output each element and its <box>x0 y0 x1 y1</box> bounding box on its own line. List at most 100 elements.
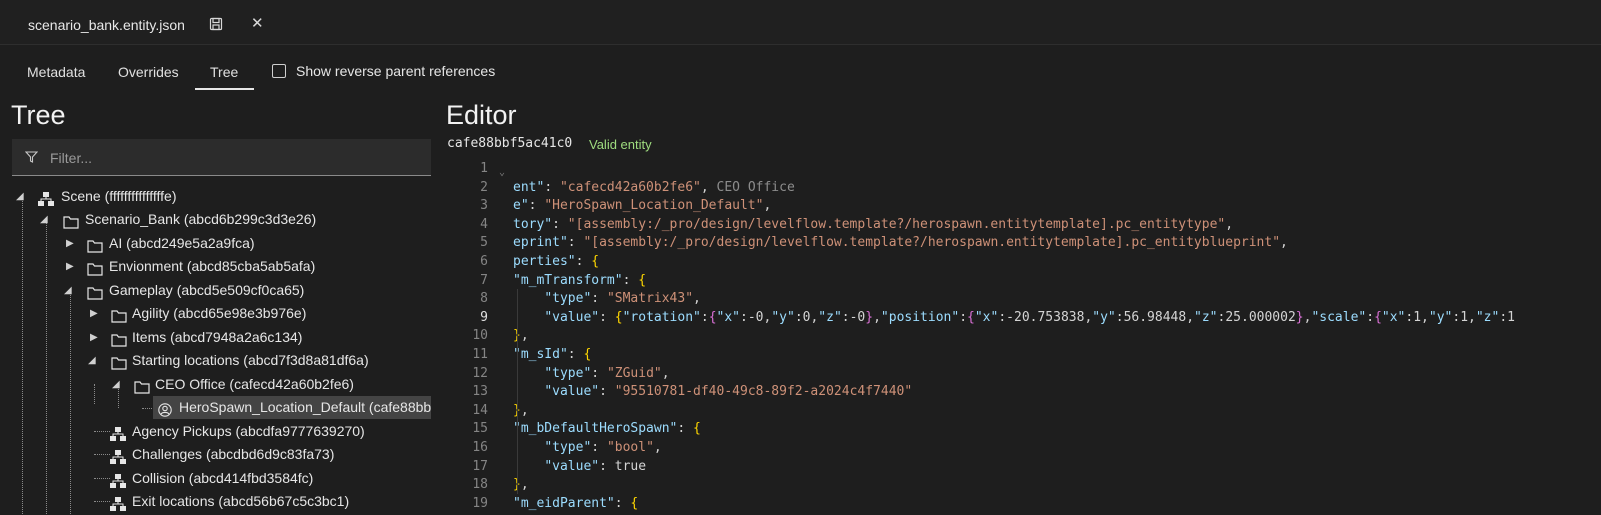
tree-node-label: AI (abcd249e5a2a9fca) <box>109 235 255 251</box>
line-number: 14 <box>472 402 488 418</box>
code-text: "type": "bool", <box>544 440 662 455</box>
line-number: 13 <box>472 384 488 400</box>
folder-icon <box>134 378 150 401</box>
collapse-icon[interactable]: ▶ <box>66 255 74 278</box>
code-line[interactable]: 7 "m_mTransform": { <box>447 272 1601 291</box>
collapse-icon[interactable]: ▶ <box>90 302 98 325</box>
tree-node-label: Starting locations (abcd7f3d8a81df6a) <box>132 352 369 368</box>
expand-icon[interactable]: ◢ <box>64 279 72 302</box>
code-line[interactable]: 5 eprint": "[assembly:/_pro/design/levelf… <box>447 234 1601 253</box>
code-line[interactable]: 2 ent": "cafecd42a60b2fe6", CEO Office <box>447 179 1601 198</box>
tree-node-label: Challenges (abcdbd6d9c83fa73) <box>132 446 335 462</box>
collapse-icon[interactable]: ▶ <box>66 232 74 255</box>
file-tab[interactable]: scenario_bank.entity.json ✕ <box>12 6 278 45</box>
code-line[interactable]: 11 "m_sId": { <box>447 346 1601 365</box>
code-line[interactable]: 10}, <box>447 327 1601 346</box>
collapse-icon[interactable]: ▶ <box>90 326 98 349</box>
code-text: "value": "95510781-df40-49c8-89f2-a2024c… <box>544 384 913 400</box>
code-text: ent": "cafecd42a60b2fe6", CEO Office <box>513 179 795 195</box>
tree-node-label: Exit locations (abcd56b67c5c3bc1) <box>132 493 350 509</box>
line-number: 6 <box>480 254 488 269</box>
entity-tree: ◢ Scene (fffffffffffffffe) ◢ Scenario_Ba… <box>12 184 431 515</box>
line-number: 8 <box>480 291 488 307</box>
indent-guide <box>517 289 518 494</box>
tab-overrides[interactable]: Overrides <box>118 64 179 80</box>
entity-id: cafe88bbf5ac41c0 <box>447 136 573 151</box>
line-number: 18 <box>472 477 488 493</box>
code-line[interactable]: 18}, <box>447 476 1601 495</box>
entity-icon <box>110 425 126 448</box>
tree-title: Tree <box>11 100 66 130</box>
code-text: "value": true <box>544 458 647 474</box>
folder-icon <box>111 307 127 330</box>
tree-node-label: Scenario_Bank (abcd6b299c3d3e26) <box>85 211 317 227</box>
code-line[interactable]: 6 perties": { <box>447 253 1601 272</box>
code-line[interactable]: 14}, <box>447 402 1601 421</box>
tree-node-label: Items (abcd7948a2a6c134) <box>132 329 303 345</box>
tree-node-label: CEO Office (cafecd42a60b2fe6) <box>155 376 354 392</box>
line-number: 7 <box>480 272 488 288</box>
line-number: 17 <box>472 458 488 474</box>
code-text: }, <box>513 477 529 493</box>
code-text: "m_bDefaultHeroSpawn": { <box>513 421 701 437</box>
entity-icon <box>110 448 126 471</box>
filter-icon <box>25 151 38 163</box>
reverse-refs-checkbox[interactable] <box>272 64 286 78</box>
code-editor[interactable]: 1 ⌄ 2 ent": "cafecd42a60b2fe6", CEO Office 3… <box>447 159 1601 515</box>
editor-title: Editor <box>446 100 517 130</box>
tree-node-label: Gameplay (abcd5e509cf0ca65) <box>109 282 305 298</box>
code-text: "m_mTransform": { <box>513 272 647 288</box>
tree-node-label: Agency Pickups (abcdfa9777639270) <box>132 423 365 439</box>
file-tab-name[interactable]: scenario_bank.entity.json <box>28 17 185 33</box>
code-line[interactable]: 1 ⌄ <box>447 160 1601 179</box>
expand-icon[interactable]: ◢ <box>112 373 120 396</box>
close-icon[interactable]: ✕ <box>251 14 264 32</box>
expand-icon[interactable]: ◢ <box>40 208 48 231</box>
validation-status: Valid entity <box>589 137 652 152</box>
save-icon[interactable] <box>209 17 223 31</box>
tree-filter-placeholder: Filter... <box>50 150 93 166</box>
code-text: e": "HeroSpawn_Location_Default", <box>513 198 772 214</box>
code-text: "m_eidParent": { <box>513 495 639 511</box>
code-text: "type": "SMatrix43", <box>544 291 701 307</box>
tree-node-label: Collision (abcd414fbd3584fc) <box>132 470 314 486</box>
tree-node-label: Scene (fffffffffffffffe) <box>61 188 177 204</box>
code-line[interactable]: 16 "type": "bool", <box>447 439 1601 458</box>
code-line[interactable]: 3 e": "HeroSpawn_Location_Default", <box>447 197 1601 216</box>
folder-icon <box>87 237 103 260</box>
code-line[interactable]: 15 "m_bDefaultHeroSpawn": { <box>447 420 1601 439</box>
code-line[interactable]: 4 tory": "[assembly:/_pro/design/levelflo… <box>447 216 1601 235</box>
folder-icon <box>87 260 103 283</box>
tree-filter-input[interactable]: Filter... <box>12 139 431 176</box>
code-line[interactable]: 9 "value": {"rotation":{"x":-0,"y":0,"z"… <box>447 309 1601 328</box>
line-number: 2 <box>480 179 488 195</box>
code-line[interactable]: 13 "value": "95510781-df40-49c8-89f2-a20… <box>447 383 1601 402</box>
folder-icon <box>111 331 127 354</box>
active-tab-indicator <box>195 88 254 90</box>
line-number: 9 <box>480 309 488 325</box>
code-line[interactable]: 19 "m_eidParent": { <box>447 495 1601 514</box>
line-number: 1 <box>480 161 488 176</box>
tree-node-label: Envionment (abcd85cba5ab5afa) <box>109 258 316 274</box>
code-text: }, <box>513 402 529 418</box>
line-number: 11 <box>472 347 488 362</box>
line-number: 3 <box>480 198 488 214</box>
expand-icon[interactable]: ◢ <box>16 185 24 208</box>
code-text: eprint": "[assembly:/_pro/design/levelfl… <box>513 235 1288 251</box>
line-number: 19 <box>472 495 488 511</box>
code-line[interactable]: 12 "type": "ZGuid", <box>447 365 1601 384</box>
entity-icon <box>110 472 126 495</box>
divider <box>0 44 1601 45</box>
expand-icon[interactable]: ◢ <box>88 349 96 372</box>
code-text: "value": {"rotation":{"x":-0,"y":0,"z":-… <box>544 309 1515 325</box>
tab-tree[interactable]: Tree <box>210 64 238 80</box>
code-text: "type": "ZGuid", <box>544 365 670 381</box>
code-text: "m_sId": { <box>513 347 592 362</box>
code-text: tory": "[assembly:/_pro/design/levelflow… <box>513 216 1234 232</box>
code-line[interactable]: 17 "value": true <box>447 458 1601 477</box>
code-line[interactable]: 8 "type": "SMatrix43", <box>447 290 1601 309</box>
line-number: 15 <box>472 421 488 437</box>
tab-metadata[interactable]: Metadata <box>27 64 85 80</box>
reverse-refs-label[interactable]: Show reverse parent references <box>296 63 495 79</box>
line-number: 12 <box>472 365 488 381</box>
